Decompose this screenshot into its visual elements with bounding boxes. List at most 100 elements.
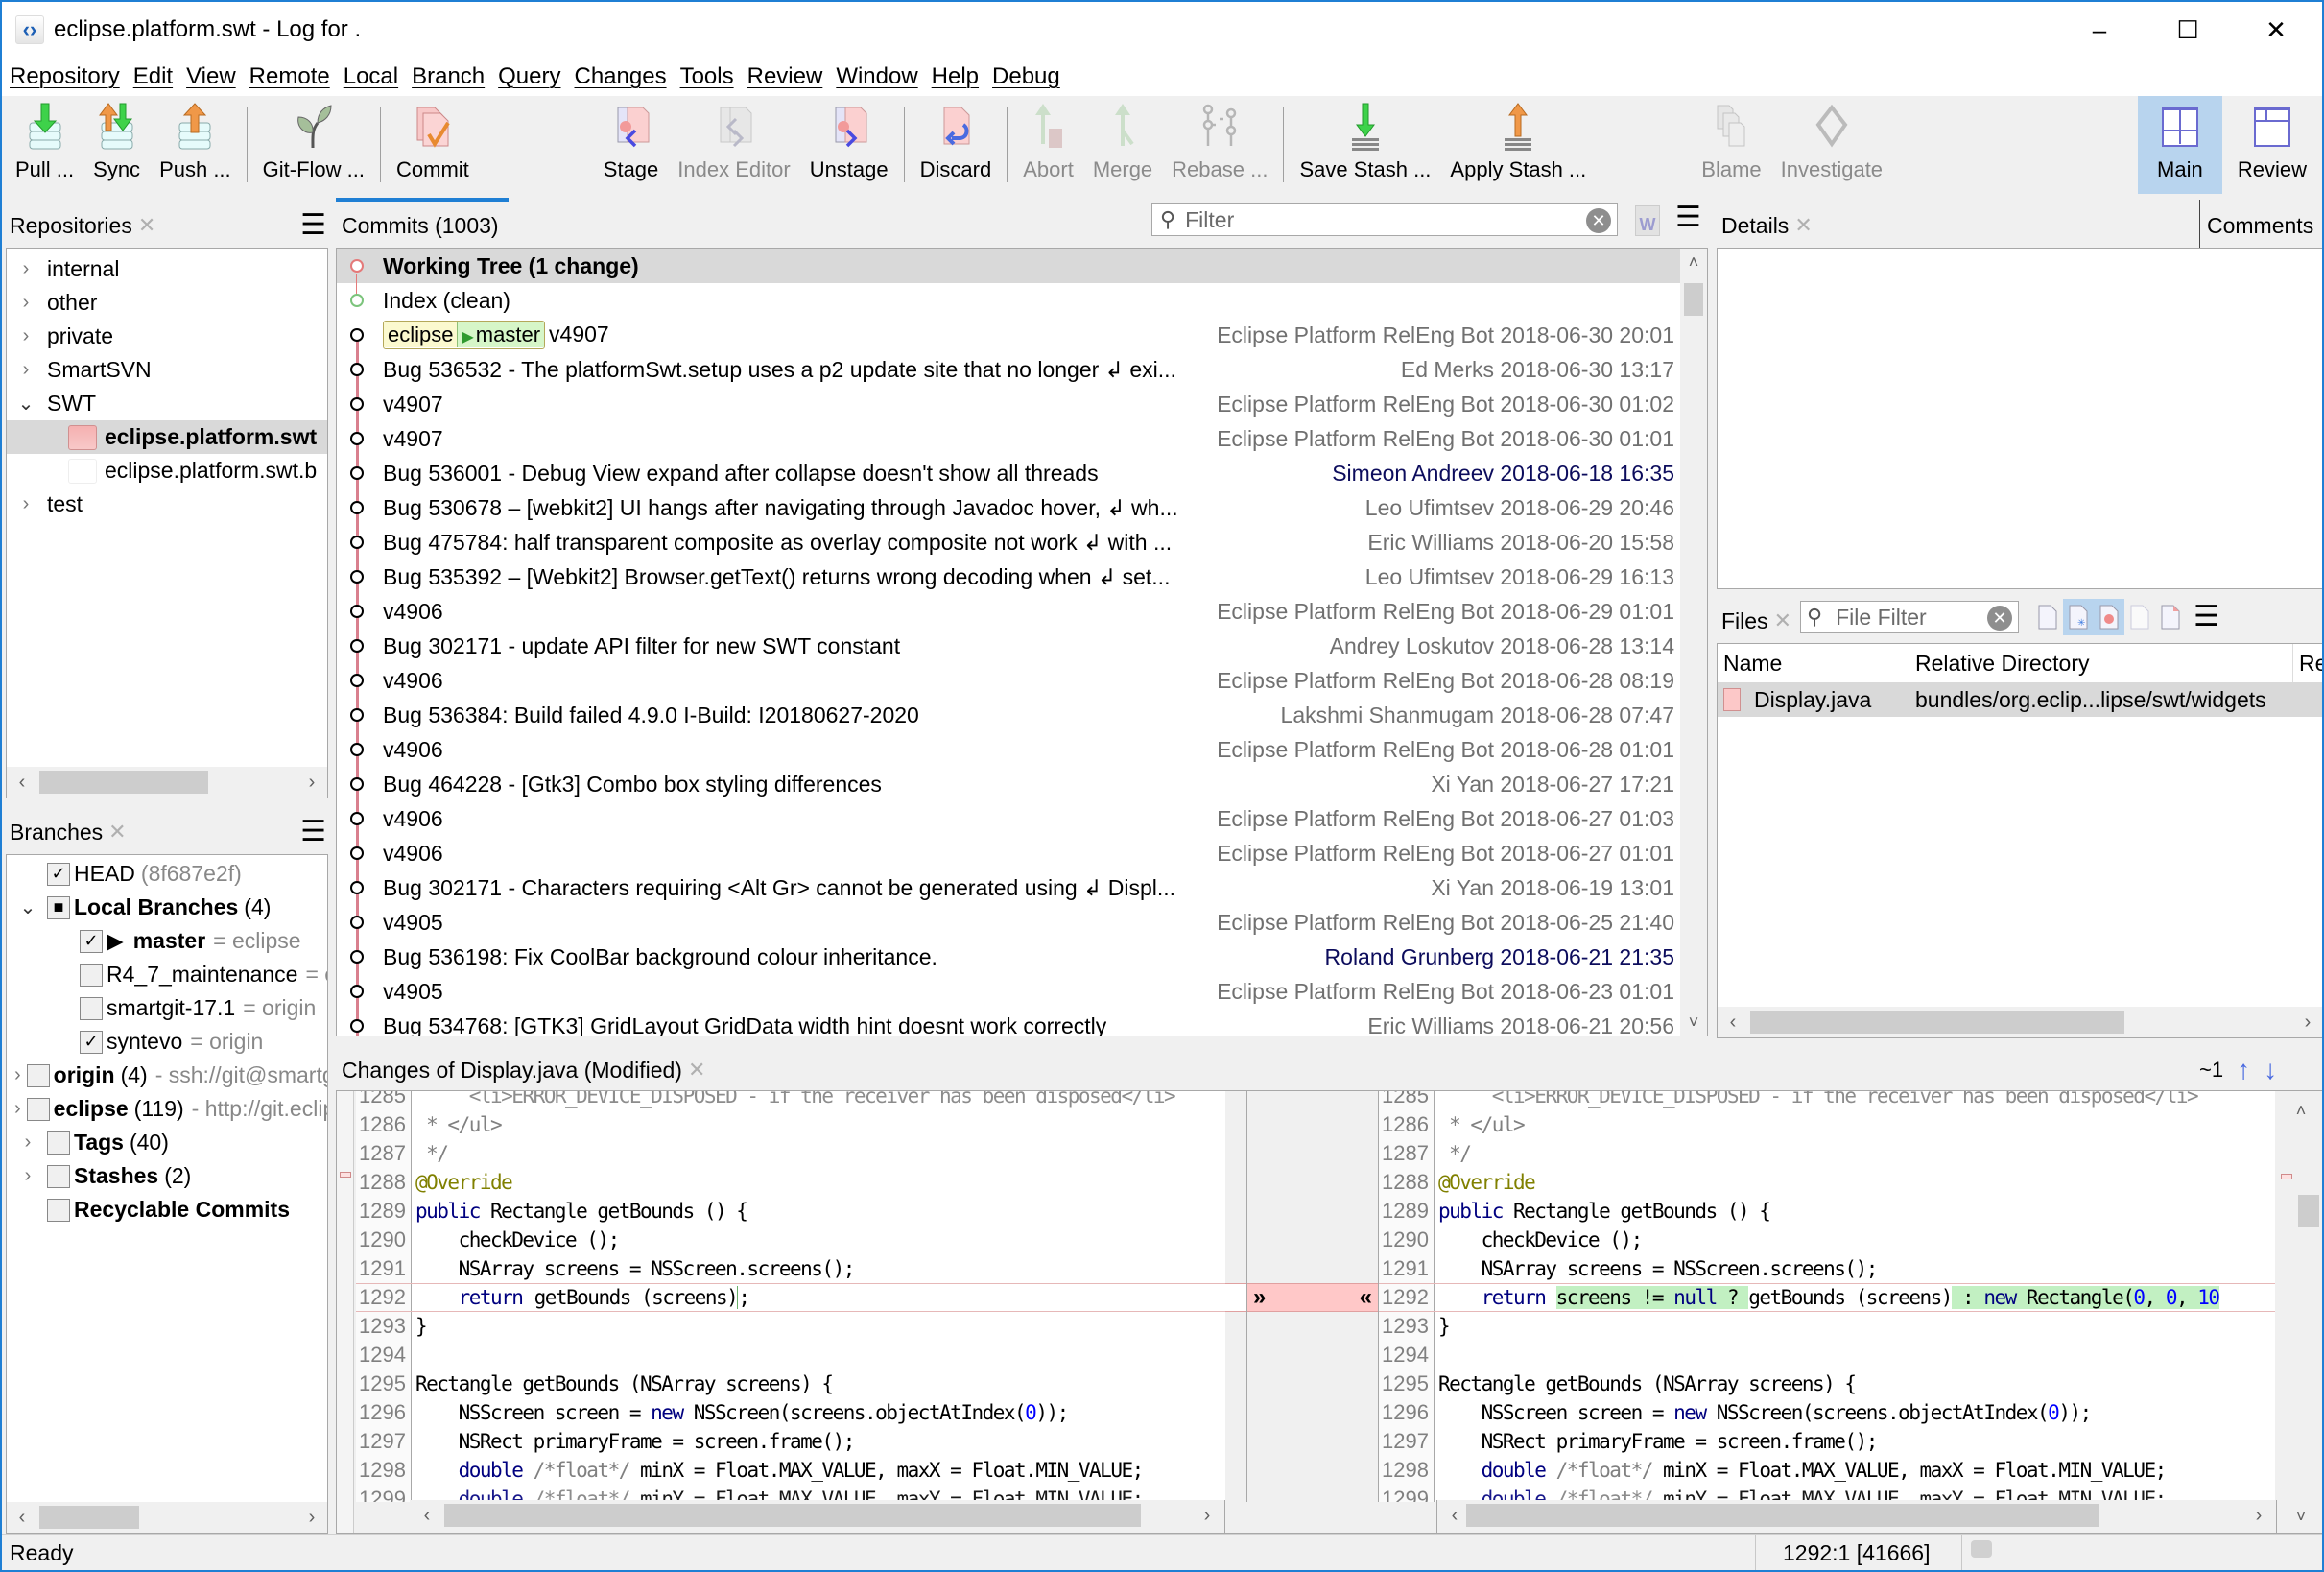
checkbox[interactable] bbox=[26, 1097, 50, 1121]
menu-query[interactable]: Query bbox=[498, 63, 560, 90]
blame-button[interactable]: Blame bbox=[1692, 96, 1770, 194]
branch-tree-item[interactable]: smartgit-17.1 = origin bbox=[7, 991, 327, 1025]
commit-row[interactable]: v4907 Eclipse Platform RelEng Bot 2018-06… bbox=[337, 421, 1680, 456]
branch-tree-item[interactable]: ✓ syntevo = origin bbox=[7, 1025, 327, 1059]
menu-branch[interactable]: Branch bbox=[412, 63, 485, 90]
commit-row[interactable]: v4905 Eclipse Platform RelEng Bot 2018-06… bbox=[337, 974, 1680, 1009]
commit-row[interactable]: Bug 475784: half transparent composite a… bbox=[337, 525, 1680, 560]
menu-debug[interactable]: Debug bbox=[992, 63, 1060, 90]
branches-hscrollbar[interactable]: ‹ › bbox=[7, 1502, 327, 1533]
checkbox[interactable] bbox=[47, 1131, 70, 1155]
column-header-name[interactable]: Name bbox=[1718, 644, 1909, 682]
apply-to-right-button[interactable]: » bbox=[1253, 1284, 1266, 1311]
commit-row[interactable]: Bug 530678 – [webkit2] UI hangs after na… bbox=[337, 490, 1680, 525]
commit-row[interactable]: Bug 302171 - update API filter for new S… bbox=[337, 629, 1680, 663]
apply-stash-button[interactable]: Apply Stash ... bbox=[1440, 96, 1596, 194]
files-hscrollbar[interactable]: ‹ › bbox=[1718, 1007, 2322, 1037]
menu-view[interactable]: View bbox=[186, 63, 236, 90]
clear-file-filter-icon[interactable]: ✕ bbox=[1987, 606, 2012, 631]
scroll-thumb[interactable] bbox=[2298, 1195, 2319, 1227]
index-editor-button[interactable]: Index Editor bbox=[668, 96, 799, 194]
commit-row[interactable]: v4906 Eclipse Platform RelEng Bot 2018-06… bbox=[337, 663, 1680, 698]
checkbox[interactable] bbox=[47, 1198, 70, 1222]
checkbox[interactable]: ■ bbox=[47, 895, 70, 919]
menu-edit[interactable]: Edit bbox=[133, 63, 173, 90]
merge-button[interactable]: Merge bbox=[1083, 96, 1162, 194]
menu-repository[interactable]: Repository bbox=[10, 63, 120, 90]
branch-tree-item[interactable]: Recyclable Commits bbox=[7, 1193, 327, 1227]
commit-row[interactable]: v4905 Eclipse Platform RelEng Bot 2018-06… bbox=[337, 905, 1680, 940]
diff-vscrollbar[interactable]: ˄ ˅ bbox=[2279, 1091, 2322, 1526]
checkbox[interactable] bbox=[26, 1063, 50, 1087]
menu-local[interactable]: Local bbox=[344, 63, 398, 90]
branches-menu-icon[interactable]: ☰ bbox=[300, 818, 326, 846]
branch-tree-item[interactable]: › origin (4) - ssh://git@smartgit bbox=[7, 1059, 327, 1092]
next-change-arrow-icon[interactable]: ↓ bbox=[2264, 1055, 2277, 1085]
repo-tree-item[interactable]: › other bbox=[7, 286, 327, 320]
scroll-up-arrow[interactable]: ˄ bbox=[1680, 249, 1707, 275]
index-row[interactable]: Index (clean) bbox=[337, 283, 1680, 318]
diff-right-pane[interactable]: 1285 <li>ERROR_DEVICE_DISPOSED - if the … bbox=[1379, 1091, 2275, 1502]
repo-tree-item[interactable]: › private bbox=[7, 320, 327, 353]
unstage-button[interactable]: Unstage bbox=[800, 96, 898, 194]
branch-tree-item[interactable]: R4_7_maintenance = eclipse bbox=[7, 958, 327, 991]
commit-row[interactable]: eclipse ▶master v4907 Eclipse Platform RelE… bbox=[337, 318, 1680, 352]
review-perspective-button[interactable]: Review bbox=[2222, 96, 2322, 194]
commit-row[interactable]: v4907 Eclipse Platform RelEng Bot 2018-06… bbox=[337, 387, 1680, 421]
comments-tab[interactable]: Comments bbox=[2207, 207, 2313, 244]
scroll-down-arrow[interactable]: ˅ bbox=[2279, 1500, 2322, 1533]
show-conflicted-files-toggle[interactable] bbox=[2155, 599, 2186, 635]
scroll-thumb[interactable] bbox=[444, 1504, 1141, 1527]
commit-row[interactable]: Bug 536198: Fix CoolBar background colou… bbox=[337, 940, 1680, 974]
commit-row[interactable]: Bug 464228 - [Gtk3] Combo box styling di… bbox=[337, 767, 1680, 801]
commit-row[interactable]: v4906 Eclipse Platform RelEng Bot 2018-06… bbox=[337, 836, 1680, 870]
scroll-thumb[interactable] bbox=[39, 771, 208, 794]
menu-help[interactable]: Help bbox=[932, 63, 979, 90]
scroll-thumb[interactable] bbox=[1684, 283, 1703, 316]
scroll-thumb[interactable] bbox=[1466, 1504, 2099, 1527]
checkbox[interactable]: ✓ bbox=[47, 862, 70, 886]
stage-button[interactable]: Stage bbox=[594, 96, 669, 194]
column-header-relative-directory[interactable]: Relative Directory bbox=[1909, 644, 2293, 682]
checkbox[interactable]: ✓ bbox=[80, 929, 103, 953]
branch-tree-item[interactable]: › Tags (40) bbox=[7, 1126, 327, 1159]
close-changes-icon[interactable]: ✕ bbox=[688, 1058, 705, 1083]
menu-window[interactable]: Window bbox=[836, 63, 917, 90]
menu-tools[interactable]: Tools bbox=[680, 63, 734, 90]
scroll-thumb[interactable] bbox=[1750, 1011, 2124, 1034]
git-flow-button[interactable]: Git-Flow ... bbox=[253, 96, 374, 194]
chevron-right-icon[interactable]: › bbox=[12, 359, 39, 381]
rebase-button[interactable]: Rebase ... bbox=[1162, 96, 1277, 194]
checkbox[interactable] bbox=[47, 1164, 70, 1188]
chevron-right-icon[interactable]: › bbox=[14, 1131, 41, 1154]
branch-ref-badge[interactable]: eclipse ▶master bbox=[383, 321, 546, 349]
diff-left-pane[interactable]: 1285 <li>ERROR_DEVICE_DISPOSED - if the … bbox=[356, 1091, 1225, 1502]
chevron-down-icon[interactable]: ⌄ bbox=[14, 895, 41, 919]
scroll-right-arrow[interactable]: › bbox=[2245, 1500, 2272, 1531]
commit-row[interactable]: v4906 Eclipse Platform RelEng Bot 2018-06… bbox=[337, 801, 1680, 836]
close-branches-icon[interactable]: ✕ bbox=[108, 820, 126, 845]
chevron-right-icon[interactable]: › bbox=[12, 493, 39, 515]
commits-menu-icon[interactable]: ☰ bbox=[1675, 203, 1701, 232]
chevron-right-icon[interactable]: › bbox=[14, 1064, 21, 1086]
clear-filter-icon[interactable]: ✕ bbox=[1586, 208, 1611, 233]
repo-tree-item[interactable]: ⌄ SWT bbox=[7, 387, 327, 420]
commit-row[interactable]: Bug 536001 - Debug View expand after col… bbox=[337, 456, 1680, 490]
word-wrap-icon[interactable]: W bbox=[1635, 205, 1660, 236]
commit-button[interactable]: Commit bbox=[387, 96, 479, 194]
file-filter-input[interactable]: ⚲ File Filter ✕ bbox=[1800, 601, 2019, 633]
notifications-icon[interactable] bbox=[1971, 1540, 1992, 1558]
checkbox[interactable]: ✓ bbox=[80, 1030, 103, 1054]
branch-tree-item[interactable]: › eclipse(119) - http://git.eclipse bbox=[7, 1092, 327, 1126]
working-tree-row[interactable]: Working Tree (1 change) bbox=[337, 249, 1680, 283]
commit-row[interactable]: Bug 536384: Build failed 4.9.0 I-Build: … bbox=[337, 698, 1680, 732]
repo-tree-item[interactable]: › SmartSVN bbox=[7, 353, 327, 387]
commits-vscrollbar[interactable]: ˄ ˅ bbox=[1680, 249, 1707, 1036]
commit-row[interactable]: v4906 Eclipse Platform RelEng Bot 2018-06… bbox=[337, 594, 1680, 629]
branch-tree-item[interactable]: ✓ ▶ master = eclipse bbox=[7, 924, 327, 958]
diff-right-hscrollbar[interactable]: ‹ › bbox=[1436, 1500, 2277, 1533]
menu-changes[interactable]: Changes bbox=[575, 63, 667, 90]
abort-button[interactable]: Abort bbox=[1013, 96, 1083, 194]
show-ignored-files-toggle[interactable] bbox=[2124, 599, 2155, 635]
repo-tree-item[interactable]: eclipse.platform.swt bbox=[7, 420, 327, 454]
